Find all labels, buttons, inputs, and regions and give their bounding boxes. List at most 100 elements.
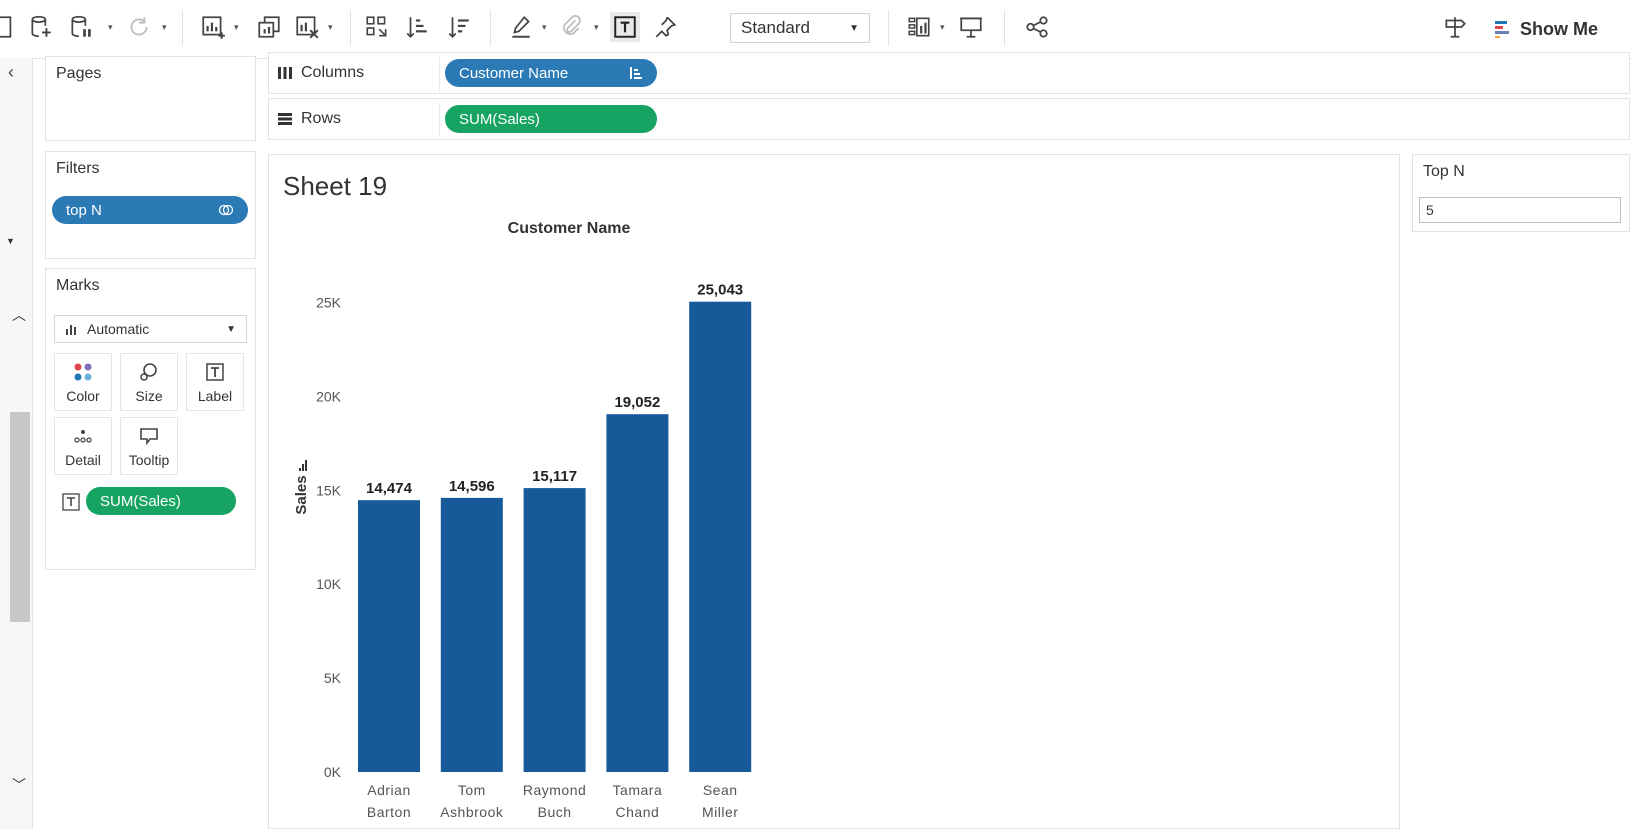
- data-label: 19,052: [614, 394, 660, 411]
- size-button[interactable]: Size: [120, 353, 178, 411]
- color-label: Color: [66, 387, 100, 404]
- size-label: Size: [135, 387, 163, 404]
- label-label: Label: [197, 387, 233, 404]
- top-n-parameter-card[interactable]: Top N 5: [1412, 154, 1630, 232]
- duplicate-sheet-icon[interactable]: [254, 12, 284, 42]
- rows-pill-sum-sales[interactable]: SUM(Sales): [445, 105, 657, 133]
- x-tick-label: Chand: [616, 804, 660, 820]
- caret-down-icon[interactable]: ▾: [328, 22, 336, 32]
- label-button[interactable]: Label: [186, 353, 244, 411]
- toolbar-separator: [350, 10, 351, 46]
- caret-down-icon[interactable]: ▾: [234, 22, 242, 32]
- rows-shelf[interactable]: Rows SUM(Sales): [268, 98, 1630, 140]
- share-icon[interactable]: [1022, 12, 1052, 42]
- filters-card[interactable]: Filters top N: [45, 151, 256, 259]
- pause-updates-icon[interactable]: [66, 12, 96, 42]
- bar-2: [523, 488, 586, 772]
- clear-sheet-icon[interactable]: [292, 12, 322, 42]
- sort-descending-icon[interactable]: [444, 12, 474, 42]
- marks-card[interactable]: Marks Automatic ▼ Color Size Label Detai…: [45, 268, 256, 570]
- pages-card[interactable]: Pages: [45, 56, 256, 141]
- new-data-source-icon[interactable]: [26, 12, 56, 42]
- filters-title: Filters: [56, 160, 100, 177]
- y-tick-label: 5K: [324, 670, 342, 686]
- toolbar-separator: [490, 10, 491, 46]
- presentation-mode-icon[interactable]: [956, 12, 986, 42]
- show-me-label: Show Me: [1520, 18, 1599, 39]
- sort-indicator-icon: [630, 67, 642, 79]
- caret-down-icon[interactable]: ▾: [940, 22, 948, 32]
- bar-0: [358, 500, 420, 772]
- data-label: 25,043: [697, 282, 743, 299]
- columns-icon: [278, 67, 292, 79]
- size-icon: [140, 362, 157, 381]
- x-tick-label: Sean: [703, 782, 738, 798]
- fit-dropdown-value: Standard: [741, 18, 810, 37]
- sort-ascending-icon[interactable]: [402, 12, 432, 42]
- y-tick-label: 20K: [316, 388, 342, 404]
- marks-label-pill-sum-sales[interactable]: SUM(Sales): [86, 487, 236, 515]
- bar-4: [689, 301, 752, 772]
- caret-down-icon[interactable]: ▼: [6, 236, 15, 246]
- columns-pill-label: Customer Name: [459, 64, 569, 82]
- columns-shelf[interactable]: Columns Customer Name: [268, 52, 1630, 94]
- detail-label: Detail: [65, 451, 101, 468]
- rows-shelf-label-group: Rows: [277, 99, 341, 139]
- color-button[interactable]: Color: [54, 353, 112, 411]
- show-me-button[interactable]: Show Me: [1494, 14, 1598, 44]
- toolbar-separator: [182, 10, 183, 46]
- scrollbar[interactable]: [10, 412, 30, 622]
- bar-chart-icon: [66, 325, 76, 335]
- label-icon: [206, 362, 224, 381]
- x-tick-label: Miller: [702, 804, 738, 820]
- detail-button[interactable]: Detail: [54, 417, 112, 475]
- y-tick-label: 0K: [324, 764, 342, 780]
- group-members-icon[interactable]: [556, 12, 586, 42]
- swap-rows-columns-icon[interactable]: [362, 12, 392, 42]
- x-tick-label: Tamara: [613, 782, 663, 798]
- chevron-up-icon[interactable]: ︿: [12, 305, 26, 325]
- signpost-icon[interactable]: [1440, 12, 1470, 42]
- y-tick-label: 25K: [316, 295, 342, 311]
- data-label: 14,596: [449, 478, 495, 495]
- y-tick-label: 10K: [316, 576, 342, 592]
- mark-type-dropdown[interactable]: Automatic ▼: [54, 315, 247, 343]
- caret-down-icon[interactable]: ▾: [594, 22, 602, 32]
- data-label: 15,117: [532, 468, 577, 485]
- y-tick-label: 15K: [316, 482, 342, 498]
- new-worksheet-icon[interactable]: [0, 12, 20, 42]
- measure-bar-icon: [299, 460, 307, 471]
- detail-icon: [74, 429, 92, 443]
- caret-down-icon[interactable]: ▾: [542, 22, 550, 32]
- chevron-down-icon: ▼: [226, 323, 236, 335]
- show-mark-labels-icon[interactable]: [610, 12, 640, 42]
- pages-title: Pages: [56, 65, 102, 82]
- tooltip-button[interactable]: Tooltip: [120, 417, 178, 475]
- show-cards-icon[interactable]: [904, 12, 934, 42]
- caret-down-icon[interactable]: ▾: [108, 22, 116, 32]
- x-tick-label: Buch: [538, 804, 572, 820]
- columns-pill-customer-name[interactable]: Customer Name: [445, 59, 657, 87]
- bar-3: [606, 414, 669, 772]
- worksheet-view[interactable]: Sheet 19 Customer Name Sales 0K 5K 10K 15K 20K…: [268, 154, 1400, 829]
- bar-1: [440, 497, 503, 772]
- chevron-left-icon[interactable]: ‹: [8, 62, 14, 83]
- rows-icon: [278, 113, 292, 125]
- toolbar-separator: [888, 10, 889, 46]
- bar-chart[interactable]: Customer Name Sales 0K 5K 10K 15K 20K 25K 14,474…: [269, 155, 1399, 828]
- top-n-input[interactable]: 5: [1419, 197, 1621, 223]
- toolbar: ▾ ▾ ▾ ▾ ▾ ▾ Standard ▼ ▾ Show Me: [0, 0, 1632, 59]
- top-n-title: Top N: [1423, 163, 1465, 180]
- fit-dropdown[interactable]: Standard ▼: [730, 13, 870, 43]
- refresh-icon[interactable]: [124, 12, 154, 42]
- highlight-icon[interactable]: [506, 12, 536, 42]
- x-tick-label: Tom: [458, 782, 486, 798]
- y-axis-title: Sales: [293, 475, 310, 514]
- caret-down-icon[interactable]: ▾: [162, 22, 170, 32]
- new-chart-icon[interactable]: [198, 12, 228, 42]
- pin-icon[interactable]: [650, 12, 680, 42]
- chevron-down-icon[interactable]: ﹀: [12, 775, 26, 795]
- x-tick-label: Barton: [367, 804, 411, 820]
- filter-pill-top-n[interactable]: top N: [52, 196, 248, 224]
- color-icon: [74, 363, 92, 380]
